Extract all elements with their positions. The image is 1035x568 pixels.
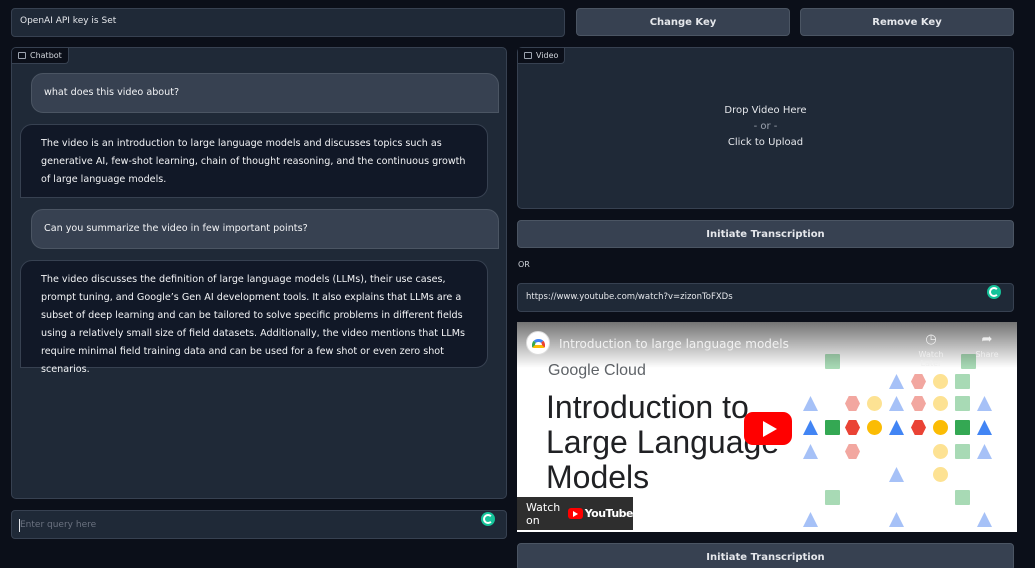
yellow-circle-shape	[933, 396, 948, 411]
youtube-embed[interactable]: Google Cloud Introduction to Large Langu…	[517, 322, 1017, 532]
chatbot-panel: Chatbot what does this video about? The …	[11, 47, 507, 499]
yellow-circle-shape	[867, 396, 882, 411]
grammarly-icon[interactable]	[987, 285, 1001, 299]
channel-avatar[interactable]	[526, 331, 550, 355]
blue-triangle-shape	[889, 420, 904, 435]
watch-later-label: Watch Later	[918, 350, 944, 368]
query-input[interactable]	[20, 518, 460, 532]
watch-on-label: Watch on	[526, 500, 561, 527]
red-hexagon-shape	[845, 444, 860, 459]
initiate-transcription-button-2[interactable]: Initiate Transcription	[517, 543, 1014, 568]
heading-line: Models	[546, 459, 650, 495]
bot-message: The video discusses the definition of la…	[20, 260, 488, 375]
blue-triangle-shape	[889, 512, 904, 527]
yellow-circle-shape	[933, 467, 948, 482]
red-hexagon-shape	[911, 396, 926, 411]
red-hexagon-shape	[911, 420, 926, 435]
query-box	[11, 510, 507, 539]
api-status-text: OpenAI API key is Set	[20, 16, 117, 26]
red-hexagon-shape	[911, 374, 926, 389]
or-label: OR	[518, 260, 530, 269]
drop-text: Drop Video Here	[724, 105, 807, 116]
green-square-shape	[825, 490, 840, 505]
green-square-shape	[955, 420, 970, 435]
blue-triangle-shape	[977, 444, 992, 459]
message-text: The video is an introduction to large la…	[41, 138, 466, 185]
video-thumbnail-heading: Introduction to Large Language Models	[546, 390, 779, 495]
message-text: Can you summarize the video in few impor…	[44, 223, 308, 234]
yellow-circle-shape	[867, 420, 882, 435]
video-upload-panel[interactable]: Video Drop Video Here - or - Click to Up…	[517, 47, 1014, 209]
watch-on-youtube-button[interactable]: Watch on YouTube	[517, 497, 634, 530]
drop-zone[interactable]: Drop Video Here - or - Click to Upload	[518, 103, 1013, 151]
youtube-logo: YouTube	[567, 507, 634, 520]
video-camera-icon	[524, 52, 532, 59]
initiate-transcription-button[interactable]: Initiate Transcription	[517, 220, 1014, 248]
blue-triangle-shape	[803, 420, 818, 435]
user-message: what does this video about?	[31, 73, 499, 113]
green-square-shape	[825, 420, 840, 435]
green-square-shape	[955, 490, 970, 505]
google-cloud-icon	[531, 338, 545, 348]
chatbot-label-text: Chatbot	[30, 51, 62, 60]
share-button[interactable]: ➦ Share	[967, 332, 1007, 359]
blue-triangle-shape	[803, 396, 818, 411]
chat-icon	[18, 52, 26, 59]
youtube-wordmark: YouTube	[584, 507, 634, 520]
youtube-url-text: https://www.youtube.com/watch?v=zizonToF…	[526, 292, 733, 302]
blue-triangle-shape	[803, 444, 818, 459]
blue-triangle-shape	[803, 512, 818, 527]
youtube-play-icon	[567, 508, 583, 519]
bot-message: The video is an introduction to large la…	[20, 124, 488, 198]
drop-or-text: - or -	[753, 121, 778, 132]
chatbot-label: Chatbot	[12, 48, 69, 64]
yellow-circle-shape	[933, 374, 948, 389]
upload-text: Click to Upload	[727, 137, 804, 148]
watch-later-button[interactable]: ◷ Watch Later	[911, 332, 951, 368]
green-square-shape	[955, 444, 970, 459]
youtube-play-button[interactable]	[744, 412, 792, 445]
message-text: what does this video about?	[44, 87, 180, 98]
yellow-circle-shape	[933, 420, 948, 435]
grammarly-icon[interactable]	[481, 512, 495, 526]
blue-triangle-shape	[977, 420, 992, 435]
user-message: Can you summarize the video in few impor…	[31, 209, 499, 249]
green-square-shape	[955, 374, 970, 389]
change-key-button[interactable]: Change Key	[576, 8, 790, 36]
blue-triangle-shape	[889, 467, 904, 482]
yellow-circle-shape	[933, 444, 948, 459]
red-hexagon-shape	[845, 396, 860, 411]
blue-triangle-shape	[889, 374, 904, 389]
green-square-shape	[955, 396, 970, 411]
blue-triangle-shape	[889, 396, 904, 411]
api-status-field: OpenAI API key is Set	[11, 8, 565, 37]
video-label: Video	[518, 48, 566, 64]
remove-key-button[interactable]: Remove Key	[800, 8, 1014, 36]
message-text: The video discusses the definition of la…	[41, 274, 466, 375]
share-arrow-icon: ➦	[981, 332, 993, 347]
youtube-video-title[interactable]: Introduction to large language models	[559, 337, 789, 351]
share-label: Share	[975, 350, 999, 359]
clock-icon: ◷	[925, 332, 937, 347]
blue-triangle-shape	[977, 396, 992, 411]
video-label-text: Video	[536, 51, 559, 60]
blue-triangle-shape	[977, 512, 992, 527]
red-hexagon-shape	[845, 420, 860, 435]
youtube-url-field[interactable]: https://www.youtube.com/watch?v=zizonToF…	[517, 283, 1014, 312]
